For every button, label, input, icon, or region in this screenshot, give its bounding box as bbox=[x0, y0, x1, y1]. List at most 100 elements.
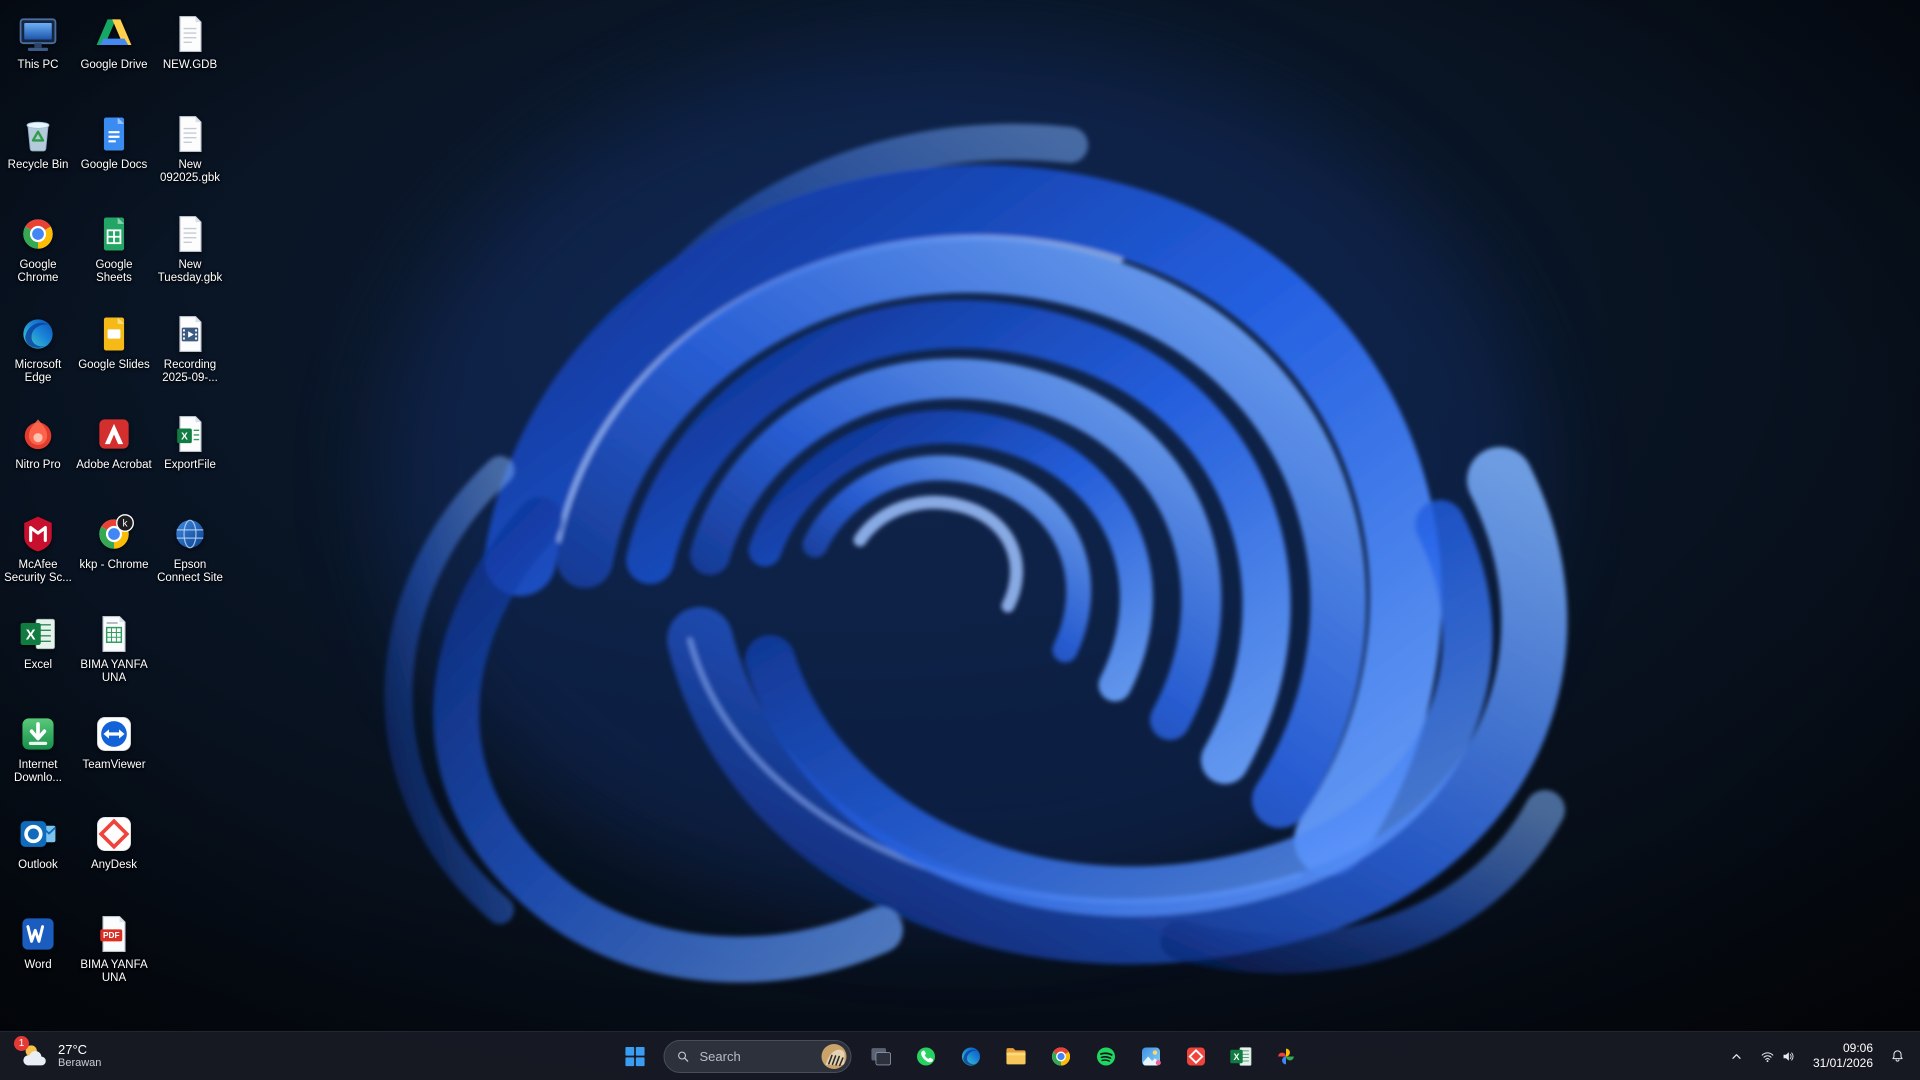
taskbar-center bbox=[615, 1032, 1306, 1080]
desktop-icon-glyph bbox=[168, 312, 212, 356]
taskbar-search[interactable] bbox=[664, 1040, 852, 1073]
weather-widget[interactable]: 1 27°C Berawan bbox=[12, 1032, 109, 1080]
desktop-icon-outlook[interactable]: Outlook bbox=[0, 810, 76, 872]
search-icon bbox=[676, 1049, 691, 1064]
desktop-icon-google-sheets[interactable]: Google Sheets bbox=[76, 210, 152, 285]
app-icon bbox=[1047, 1043, 1074, 1070]
photos-button[interactable] bbox=[1131, 1036, 1171, 1076]
desktop-icon-glyph bbox=[16, 312, 60, 356]
taskbar-apps bbox=[861, 1036, 1306, 1076]
desktop-icon-glyph bbox=[168, 512, 212, 556]
desktop-icon-label: Google Docs bbox=[76, 159, 152, 172]
desktop-icon-glyph bbox=[16, 112, 60, 156]
desktop-icon-glyph bbox=[16, 512, 60, 556]
wifi-icon bbox=[1759, 1048, 1776, 1065]
desktop-icon-mcafee-security[interactable]: McAfee Security Sc... bbox=[0, 510, 76, 585]
desktop-icon-google-chrome[interactable]: Google Chrome bbox=[0, 210, 76, 285]
desktop-icon-label: TeamViewer bbox=[76, 759, 152, 772]
desktop-icon-label: kkp - Chrome bbox=[76, 559, 152, 572]
desktop-icon-excel[interactable]: Excel bbox=[0, 610, 76, 672]
app-icon bbox=[1092, 1043, 1119, 1070]
desktop-icon-label: BIMA YANFA UNA bbox=[76, 959, 152, 985]
desktop-icon-microsoft-edge[interactable]: Microsoft Edge bbox=[0, 310, 76, 385]
volume-icon bbox=[1780, 1048, 1797, 1065]
desktop-icon-label: Epson Connect Site bbox=[152, 559, 228, 585]
edge-button[interactable] bbox=[951, 1036, 991, 1076]
desktop-icon-google-docs[interactable]: Google Docs bbox=[76, 110, 152, 172]
tray-overflow-button[interactable] bbox=[1722, 1036, 1751, 1076]
desktop-icon-label: Google Slides bbox=[76, 359, 152, 372]
desktop-icon-word[interactable]: Word bbox=[0, 910, 76, 972]
weather-temperature: 27°C bbox=[58, 1042, 101, 1057]
desktop-icon-label: Google Chrome bbox=[0, 259, 76, 285]
app-icon bbox=[1137, 1043, 1164, 1070]
desktop-icon-glyph bbox=[168, 212, 212, 256]
app-icon bbox=[867, 1043, 894, 1070]
desktop-icon-label: McAfee Security Sc... bbox=[0, 559, 76, 585]
app-icon bbox=[1272, 1043, 1299, 1070]
desktop-icon-glyph bbox=[92, 312, 136, 356]
desktop-icon-new-092025-gbk[interactable]: New 092025.gbk bbox=[152, 110, 228, 185]
desktop-icon-glyph bbox=[92, 112, 136, 156]
desktop-icon-new-gdb[interactable]: NEW.GDB bbox=[152, 10, 228, 72]
desktop-icon-exportfile[interactable]: ExportFile bbox=[152, 410, 228, 472]
clock[interactable]: 09:06 31/01/2026 bbox=[1805, 1036, 1881, 1076]
desktop-icon-epson-connect-site[interactable]: Epson Connect Site bbox=[152, 510, 228, 585]
desktop-icon-label: NEW.GDB bbox=[152, 59, 228, 72]
desktop-icon-internet-download-manager[interactable]: Internet Downlo... bbox=[0, 710, 76, 785]
desktop-icon-anydesk[interactable]: AnyDesk bbox=[76, 810, 152, 872]
clock-time: 09:06 bbox=[1843, 1041, 1873, 1056]
desktop-icon-glyph bbox=[16, 612, 60, 656]
desktop-icon-new-tuesday-gbk[interactable]: New Tuesday.gbk bbox=[152, 210, 228, 285]
desktop-icon-label: Word bbox=[0, 959, 76, 972]
app-icon bbox=[1227, 1043, 1254, 1070]
bell-icon bbox=[1889, 1048, 1906, 1065]
excel-button[interactable] bbox=[1221, 1036, 1261, 1076]
desktop-icon-this-pc[interactable]: This PC bbox=[0, 10, 76, 72]
windows-logo-icon bbox=[621, 1043, 648, 1070]
desktop-icon-glyph bbox=[16, 412, 60, 456]
spotify-button[interactable] bbox=[1086, 1036, 1126, 1076]
desktop-icon-glyph bbox=[92, 12, 136, 56]
desktop-icon-label: ExportFile bbox=[152, 459, 228, 472]
app-icon bbox=[912, 1043, 939, 1070]
desktop-icon-kkp-chrome[interactable]: kkp - Chrome bbox=[76, 510, 152, 572]
desktop-icon-glyph bbox=[16, 712, 60, 756]
weather-condition: Berawan bbox=[58, 1057, 101, 1070]
quick-settings-button[interactable] bbox=[1753, 1036, 1803, 1076]
desktop-icon-label: Microsoft Edge bbox=[0, 359, 76, 385]
desktop-icon-nitro-pro[interactable]: Nitro Pro bbox=[0, 410, 76, 472]
task-view-button[interactable] bbox=[861, 1036, 901, 1076]
weather-badge: 1 bbox=[14, 1036, 29, 1051]
anydesk-button[interactable] bbox=[1176, 1036, 1216, 1076]
desktop-icon-bima-yanfa-una-pdf[interactable]: BIMA YANFA UNA bbox=[76, 910, 152, 985]
notification-center-button[interactable] bbox=[1883, 1036, 1912, 1076]
desktop-icon-recording-2025-09[interactable]: Recording 2025-09-... bbox=[152, 310, 228, 385]
desktop-icon-glyph bbox=[92, 212, 136, 256]
desktop-icon-glyph bbox=[16, 12, 60, 56]
desktop-icon-google-drive[interactable]: Google Drive bbox=[76, 10, 152, 72]
desktop-icon-adobe-acrobat[interactable]: Adobe Acrobat bbox=[76, 410, 152, 472]
search-input[interactable] bbox=[698, 1048, 815, 1065]
start-button[interactable] bbox=[615, 1036, 655, 1076]
desktop-icon-glyph bbox=[16, 912, 60, 956]
app-icon bbox=[1182, 1043, 1209, 1070]
desktop-icon-google-slides[interactable]: Google Slides bbox=[76, 310, 152, 372]
file-explorer-button[interactable] bbox=[996, 1036, 1036, 1076]
search-highlight-image[interactable] bbox=[822, 1044, 847, 1069]
desktop-icon-recycle-bin[interactable]: Recycle Bin bbox=[0, 110, 76, 172]
desktop-icon-label: New Tuesday.gbk bbox=[152, 259, 228, 285]
desktop-icon-teamviewer[interactable]: TeamViewer bbox=[76, 710, 152, 772]
whatsapp-button[interactable] bbox=[906, 1036, 946, 1076]
chrome-button[interactable] bbox=[1041, 1036, 1081, 1076]
google-photos-button[interactable] bbox=[1266, 1036, 1306, 1076]
desktop-icon-glyph bbox=[168, 412, 212, 456]
desktop-icon-bima-yanfa-una-sheet[interactable]: BIMA YANFA UNA bbox=[76, 610, 152, 685]
desktop-icon-glyph bbox=[168, 112, 212, 156]
desktop-icon-label: Outlook bbox=[0, 859, 76, 872]
desktop-icon-glyph bbox=[92, 812, 136, 856]
desktop-icon-glyph bbox=[168, 12, 212, 56]
desktop-icon-label: This PC bbox=[0, 59, 76, 72]
desktop-icon-glyph bbox=[92, 712, 136, 756]
desktop-icon-glyph bbox=[92, 912, 136, 956]
